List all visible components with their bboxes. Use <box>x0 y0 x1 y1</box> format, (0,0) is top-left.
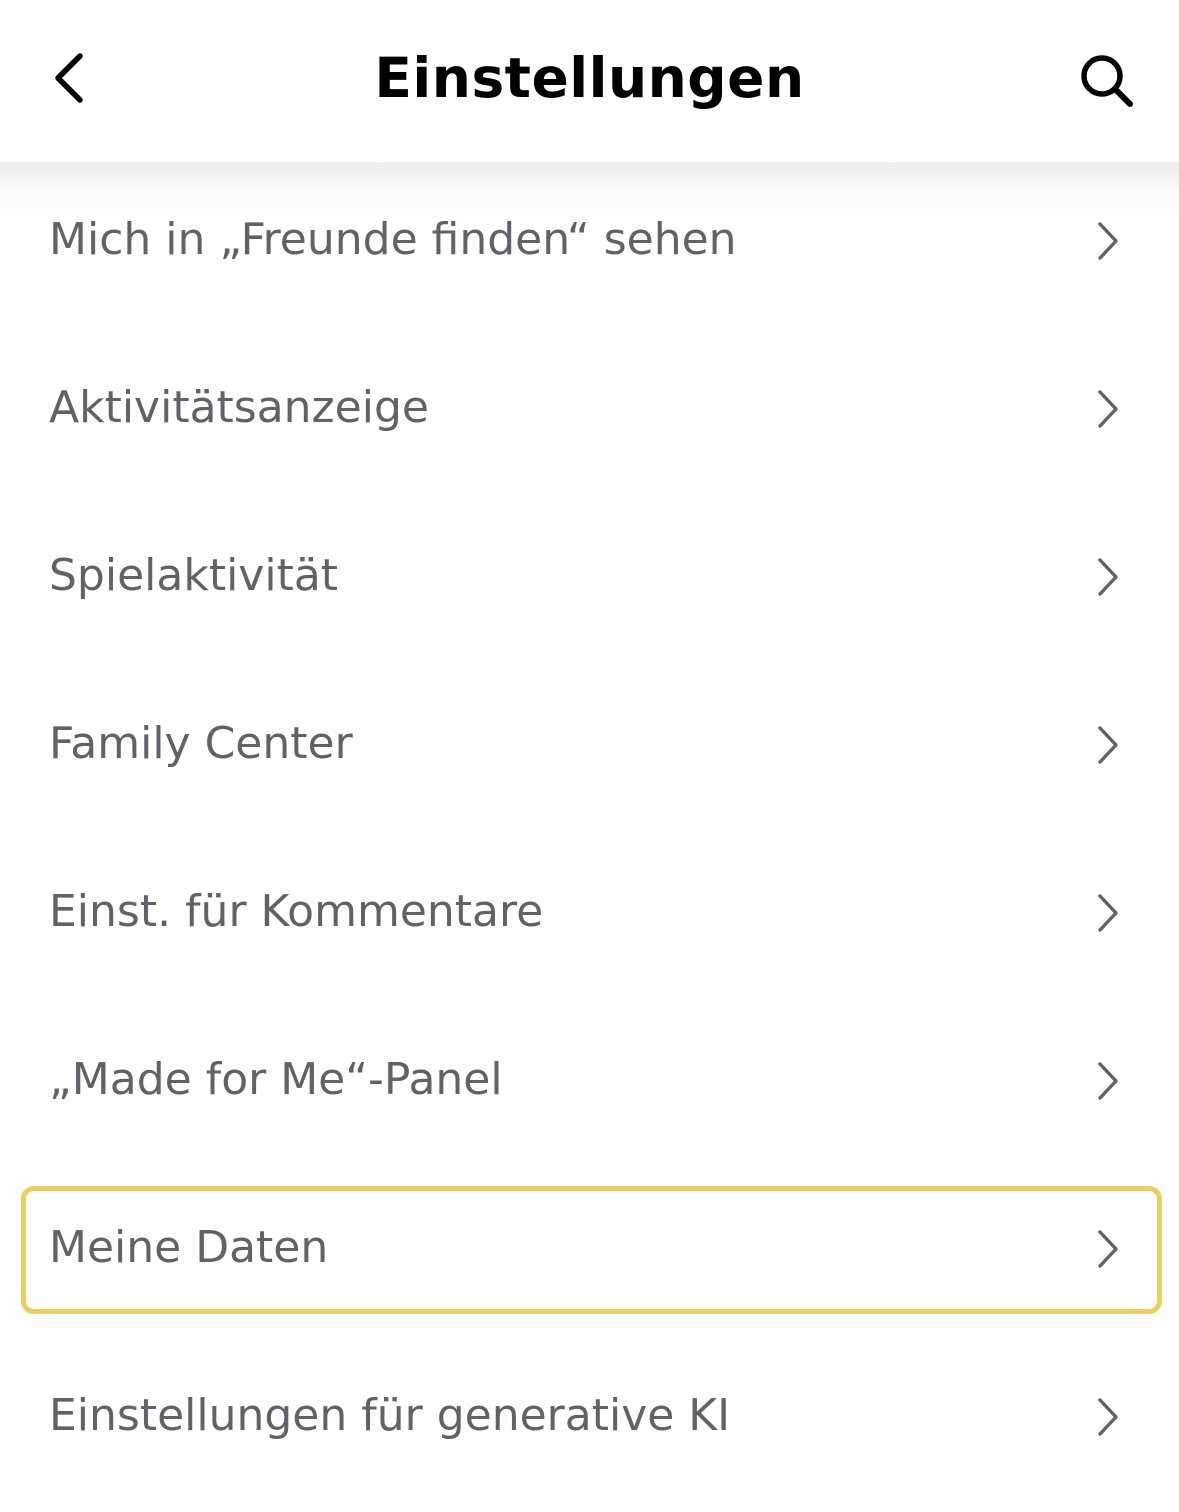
settings-item-comment-settings[interactable]: Einst. für Kommentare <box>0 828 1179 996</box>
settings-item-label: Meine Daten <box>49 1222 329 1273</box>
chevron-right-icon <box>1098 558 1118 596</box>
top-bar: Einstellungen <box>0 0 1179 162</box>
settings-item-activity-indicator[interactable]: Aktivitätsanzeige <box>0 324 1179 492</box>
chevron-right-icon <box>1098 1230 1118 1268</box>
settings-item-label: Einst. für Kommentare <box>49 886 544 937</box>
settings-item-game-activity[interactable]: Spielaktivität <box>0 492 1179 660</box>
settings-item-my-data[interactable]: Meine Daten <box>0 1164 1179 1332</box>
settings-item-label: Einstellungen für generative KI <box>49 1390 731 1441</box>
settings-item-label: Mich in „Freunde finden“ sehen <box>49 214 737 265</box>
chevron-right-icon <box>1098 726 1118 764</box>
settings-item-family-center[interactable]: Family Center <box>0 660 1179 828</box>
page-title: Einstellungen <box>374 46 805 110</box>
settings-item-label: Spielaktivität <box>49 550 339 601</box>
chevron-right-icon <box>1098 390 1118 428</box>
settings-item-made-for-me-panel[interactable]: „Made for Me“-Panel <box>0 996 1179 1164</box>
back-button[interactable] <box>30 38 110 118</box>
settings-item-label: „Made for Me“-Panel <box>49 1054 503 1105</box>
settings-item-label: Family Center <box>49 718 353 769</box>
settings-item-find-friends[interactable]: Mich in „Freunde finden“ sehen <box>0 156 1179 324</box>
chevron-right-icon <box>1098 1062 1118 1100</box>
settings-list: Mich in „Freunde finden“ sehen Aktivität… <box>0 156 1179 1500</box>
settings-item-label: Aktivitätsanzeige <box>49 382 429 433</box>
chevron-right-icon <box>1098 894 1118 932</box>
search-button[interactable] <box>1064 38 1150 124</box>
chevron-right-icon <box>1098 222 1118 260</box>
settings-item-generative-ai[interactable]: Einstellungen für generative KI <box>0 1332 1179 1500</box>
chevron-right-icon <box>1098 1398 1118 1436</box>
chevron-left-icon <box>55 53 83 103</box>
search-icon <box>1081 55 1133 107</box>
